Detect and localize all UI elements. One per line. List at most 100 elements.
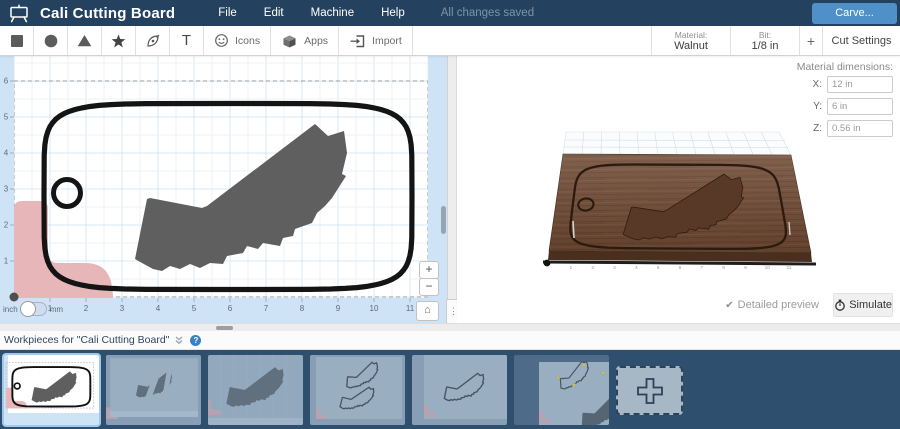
menu-machine[interactable]: Machine (311, 7, 354, 19)
star-icon (111, 34, 126, 47)
top-navbar: Cali Cutting Board File Edit Machine Hel… (0, 0, 900, 26)
import-tool-button[interactable]: Import (339, 26, 413, 55)
svg-text:5: 5 (192, 304, 197, 313)
splitter-pill-handle[interactable] (216, 326, 233, 330)
apps-cube-icon (283, 35, 296, 47)
material-dimensions-label: Material dimensions: (796, 61, 893, 73)
unit-toggle-track[interactable] (19, 301, 47, 317)
svg-text:4: 4 (156, 304, 161, 313)
svg-text:3: 3 (120, 304, 125, 313)
svg-text:3: 3 (4, 185, 9, 194)
pen-tool-button[interactable] (136, 26, 170, 55)
panel-splitter[interactable]: ⋮ (446, 56, 461, 324)
circle-tool-button[interactable] (34, 26, 68, 55)
svg-text:10: 10 (765, 265, 771, 271)
apps-label: Apps (304, 34, 329, 47)
svg-text:6: 6 (679, 265, 682, 271)
svg-text:11: 11 (787, 265, 792, 271)
menu-help[interactable]: Help (381, 7, 405, 19)
menu-file[interactable]: File (218, 7, 237, 19)
preview-3d-panel[interactable]: 1 2 3 4 5 6 7 8 9 10 11 Material dimensions: X: Y:… (457, 56, 900, 323)
origin-marker[interactable] (9, 292, 19, 302)
project-title[interactable]: Cali Cutting Board (40, 5, 175, 22)
z-label: Z: (813, 123, 822, 134)
design-canvas-panel[interactable]: 1 2 3 4 5 6 7 8 9 10 11 1 2 3 4 5 6 inch mm + − ⌂ (0, 56, 447, 323)
smiley-icon (215, 34, 228, 47)
carve-button[interactable]: Carve... (812, 2, 897, 24)
check-icon: ✔ (725, 300, 734, 311)
svg-text:2: 2 (4, 221, 9, 230)
pen-icon (146, 34, 159, 47)
workpiece-thumbnail-5[interactable] (412, 355, 507, 425)
design-canvas[interactable]: 1 2 3 4 5 6 7 8 9 10 11123456 (0, 56, 447, 323)
zoom-in-button[interactable]: + (419, 261, 439, 279)
y-dimension-field[interactable] (827, 98, 893, 115)
triangle-tool-button[interactable] (68, 26, 102, 55)
dim-row-x: X: (797, 76, 893, 93)
material-dimensions: Material dimensions: X: Y: Z: (797, 61, 893, 142)
workpieces-header: Workpieces for "Cali Cutting Board" ? (0, 331, 900, 350)
mm-label: mm (49, 304, 64, 314)
rectangle-icon (10, 34, 23, 47)
unit-toggle-knob[interactable] (19, 301, 36, 317)
cut-settings-group: Material: Walnut Bit: 1/8 in + Cut Setti… (651, 26, 900, 55)
add-workpiece-button[interactable] (616, 366, 683, 415)
icons-tool-button[interactable]: Icons (204, 26, 272, 55)
collapse-chevron-icon[interactable] (174, 335, 184, 345)
svg-text:4: 4 (4, 149, 9, 158)
workpiece-thumbnail-1[interactable] (4, 355, 99, 425)
preview-ruler: 1 2 3 4 5 6 7 8 9 10 11 (569, 265, 791, 271)
detailed-preview-label: Detailed preview (737, 299, 819, 311)
bit-label: Bit: (758, 29, 772, 40)
svg-text:7: 7 (700, 265, 703, 271)
plus-icon (636, 377, 663, 404)
help-icon[interactable]: ? (190, 334, 202, 346)
workpiece-thumbnail-6[interactable] (514, 355, 609, 425)
add-bit-button[interactable]: + (799, 26, 822, 55)
svg-text:2: 2 (84, 304, 89, 313)
text-tool-icon: T (181, 32, 192, 49)
star-tool-button[interactable] (102, 26, 136, 55)
walnut-board-3d[interactable] (548, 153, 812, 254)
svg-text:6: 6 (228, 304, 233, 313)
text-tool-button[interactable]: T (170, 26, 204, 55)
apps-tool-button[interactable]: Apps (271, 26, 340, 55)
workpiece-thumbnail-2[interactable] (106, 355, 201, 425)
import-label: Import (372, 34, 402, 47)
menu-edit[interactable]: Edit (264, 7, 284, 19)
svg-text:2: 2 (591, 265, 594, 271)
bit-value: 1/8 in (751, 39, 779, 52)
z-dimension-field[interactable] (827, 120, 893, 137)
rectangle-tool-button[interactable] (0, 26, 34, 55)
svg-text:1: 1 (4, 257, 9, 266)
x-label: X: (812, 79, 822, 90)
svg-text:9: 9 (744, 265, 747, 271)
preview-controls: ✔ Detailed preview Simulate (725, 293, 893, 317)
stopwatch-icon (835, 299, 845, 311)
workpiece-thumbnail-3[interactable] (208, 355, 303, 425)
simulate-button[interactable]: Simulate (833, 293, 893, 317)
unit-toggle[interactable]: inch mm (3, 301, 64, 317)
svg-text:9: 9 (336, 304, 341, 313)
svg-text:6: 6 (4, 77, 9, 86)
triangle-icon (77, 35, 92, 47)
horizontal-splitter[interactable] (0, 323, 900, 331)
x-dimension-field[interactable] (827, 76, 893, 93)
canvas-vertical-scrollbar[interactable] (441, 206, 446, 234)
detailed-preview-toggle[interactable]: ✔ Detailed preview (725, 299, 819, 311)
material-value: Walnut (674, 39, 708, 52)
workpiece-thumbnail-4[interactable] (310, 355, 405, 425)
material-selector[interactable]: Material: Walnut (651, 26, 730, 55)
easel-logo-icon[interactable] (7, 3, 31, 23)
origin-marker-3d (543, 259, 551, 267)
svg-text:1: 1 (569, 265, 572, 271)
zoom-out-button[interactable]: − (419, 278, 439, 296)
easel-app-window: Cali Cutting Board File Edit Machine Hel… (0, 0, 900, 429)
home-icon: ⌂ (424, 304, 431, 316)
cut-settings-button[interactable]: Cut Settings (822, 26, 900, 55)
material-label: Material: (674, 29, 708, 40)
home-view-button[interactable]: ⌂ (416, 301, 439, 321)
bit-selector[interactable]: Bit: 1/8 in (730, 26, 799, 55)
svg-text:4: 4 (635, 265, 638, 271)
svg-text:11: 11 (406, 304, 415, 313)
